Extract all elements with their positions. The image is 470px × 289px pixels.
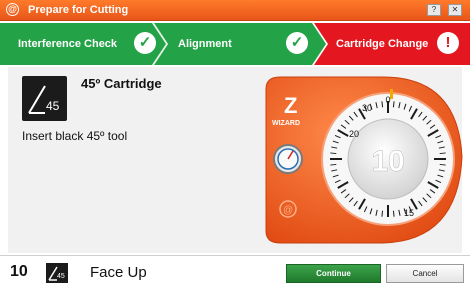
orientation-label: Face Up xyxy=(90,264,147,281)
close-button[interactable]: ✕ xyxy=(448,4,462,16)
dial-value: 10 xyxy=(371,145,404,178)
instruction-text: Insert black 45º tool xyxy=(22,129,128,143)
dial-label: 15 xyxy=(404,208,414,218)
step-cartridge-change: Cartridge Change ! xyxy=(318,23,470,65)
step-alignment: Alignment ✓ xyxy=(160,23,318,65)
svg-text:@: @ xyxy=(283,205,293,216)
cartridge-45-icon: 45 xyxy=(46,263,68,283)
step-interference-check: Interference Check ✓ xyxy=(0,23,160,65)
check-icon: ✓ xyxy=(134,32,156,54)
dial-tick xyxy=(381,210,384,217)
window-title: Prepare for Cutting xyxy=(28,4,129,16)
continue-button[interactable]: Continue xyxy=(286,264,381,283)
cartridge-45-icon: 45 xyxy=(22,76,67,121)
angle-icon: 45 xyxy=(28,85,60,114)
app-logo-icon: @ xyxy=(6,3,19,16)
svg-text:45: 45 xyxy=(57,273,65,280)
dial-tick xyxy=(439,152,446,155)
dial-pointer xyxy=(390,89,393,99)
dial-tick xyxy=(392,210,395,217)
dial-tick xyxy=(330,163,337,166)
cartridge-title: 45º Cartridge xyxy=(81,76,162,91)
tool-count: 10 xyxy=(10,263,28,280)
device-graphic: Z WIZARD @ 10 0 30 20 15 xyxy=(265,76,463,244)
dial-tick xyxy=(381,101,384,108)
alert-icon: ! xyxy=(437,32,459,54)
dial-label: 30 xyxy=(362,103,372,113)
zund-wizard-device-illustration: Z WIZARD @ 10 0 30 20 15 xyxy=(248,71,470,250)
step-label: Alignment xyxy=(178,38,232,50)
help-button[interactable]: ? xyxy=(427,4,441,16)
dial-tick xyxy=(330,152,337,155)
check-icon: ✓ xyxy=(286,32,308,54)
cancel-button[interactable]: Cancel xyxy=(386,264,464,283)
dial-label: 20 xyxy=(349,129,359,139)
step-label: Cartridge Change xyxy=(336,38,429,50)
dial-tick xyxy=(439,163,446,166)
step-label: Interference Check xyxy=(18,38,118,50)
step-progress-bar: Interference Check ✓ Alignment ✓ Cartrid… xyxy=(0,23,470,65)
wizard-logo-text: WIZARD xyxy=(272,120,300,127)
footer-bar: 10 45 Face Up Continue Cancel xyxy=(0,255,470,289)
dial-tick xyxy=(392,101,395,108)
wizard-logo-z: Z xyxy=(284,93,297,118)
cartridge-icon-number: 45 xyxy=(46,99,60,113)
dial-label: 0 xyxy=(385,95,390,105)
main-panel: 45 45º Cartridge Insert black 45º tool Z… xyxy=(8,67,463,253)
title-bar: @ Prepare for Cutting ? ✕ xyxy=(0,0,470,21)
